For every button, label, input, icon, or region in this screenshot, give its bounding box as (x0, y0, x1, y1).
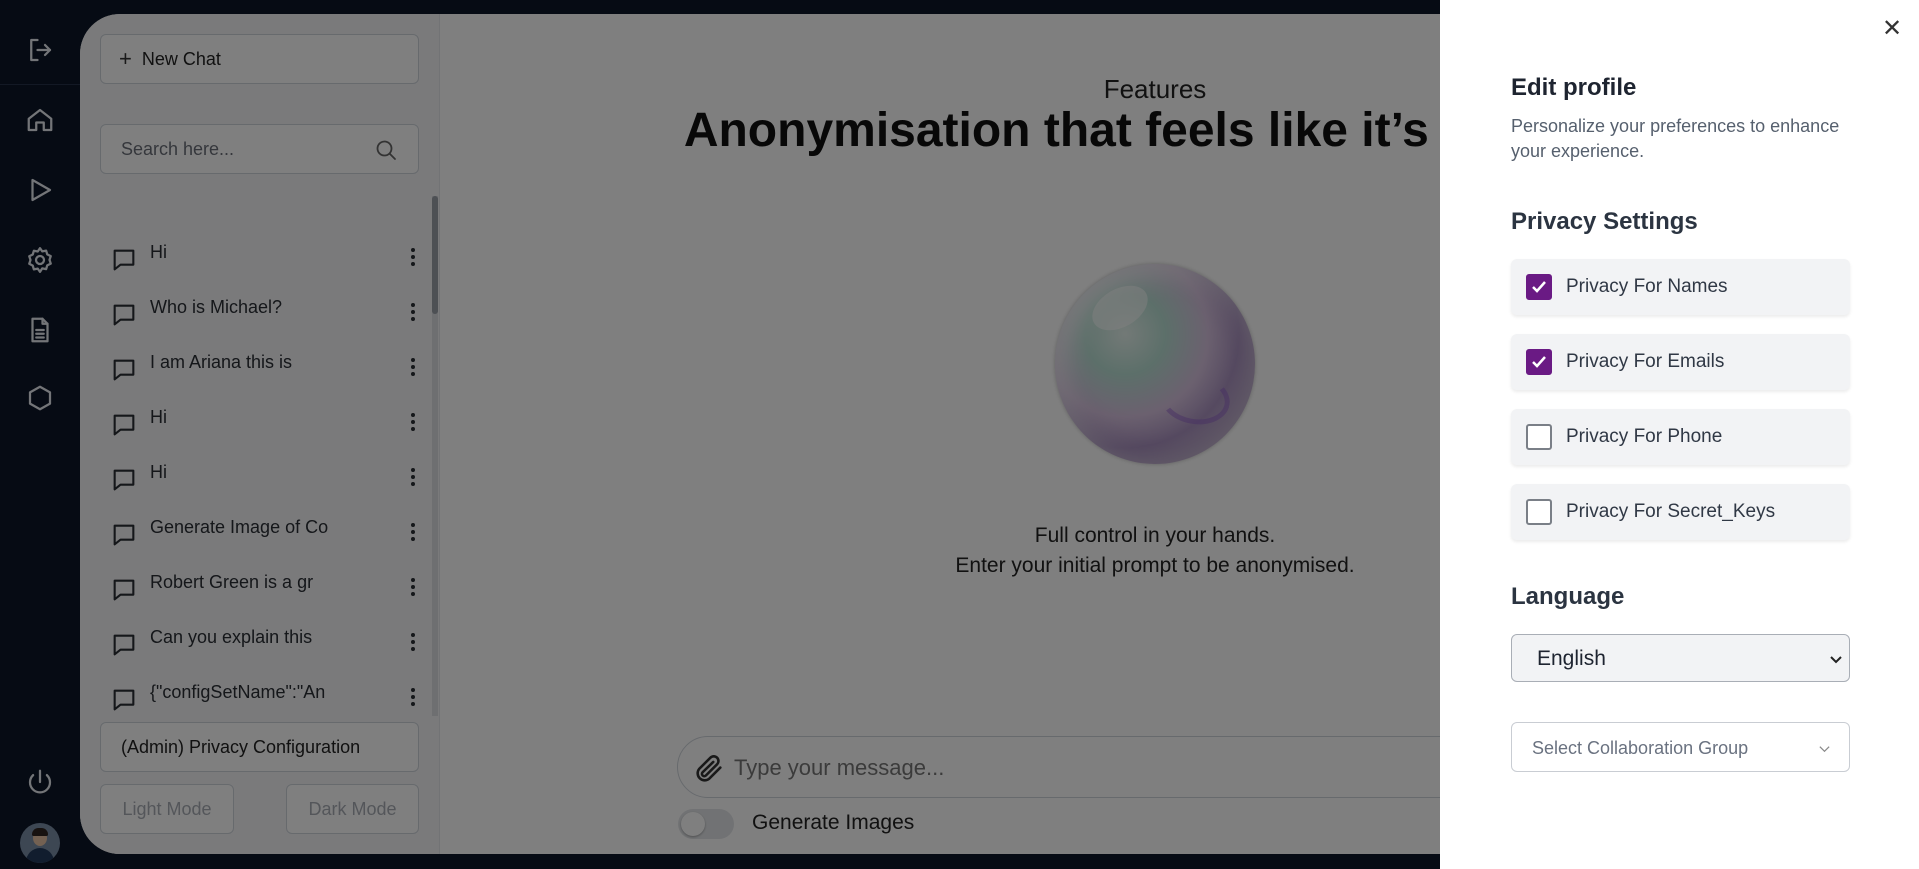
checkbox-checked[interactable] (1526, 274, 1552, 300)
language-value: English (1537, 647, 1606, 670)
checkbox-unchecked[interactable] (1526, 424, 1552, 450)
privacy-option-label: Privacy For Emails (1566, 351, 1725, 372)
language-select[interactable]: English (1511, 634, 1850, 682)
privacy-settings-heading: Privacy Settings (1511, 208, 1698, 235)
privacy-option-label: Privacy For Names (1566, 276, 1728, 297)
privacy-option[interactable]: Privacy For Emails (1511, 334, 1850, 390)
privacy-option-label: Privacy For Phone (1566, 426, 1723, 447)
privacy-option[interactable]: Privacy For Secret_Keys (1511, 484, 1850, 540)
checkbox-unchecked[interactable] (1526, 499, 1552, 525)
edit-profile-title: Edit profile (1511, 74, 1637, 101)
close-icon[interactable]: ✕ (1880, 15, 1904, 42)
chevron-down-icon (1830, 656, 1842, 664)
checkbox-checked[interactable] (1526, 349, 1552, 375)
privacy-option[interactable]: Privacy For Names (1511, 259, 1850, 315)
edit-profile-subtitle: Personalize your preferences to enhance … (1511, 116, 1840, 161)
privacy-option-label: Privacy For Secret_Keys (1566, 501, 1776, 522)
chevron-down-icon (1819, 746, 1830, 753)
collaboration-group-select[interactable]: Select Collaboration Group (1511, 722, 1850, 772)
language-heading: Language (1511, 583, 1625, 610)
privacy-option[interactable]: Privacy For Phone (1511, 409, 1850, 465)
collaboration-group-placeholder: Select Collaboration Group (1532, 738, 1749, 758)
